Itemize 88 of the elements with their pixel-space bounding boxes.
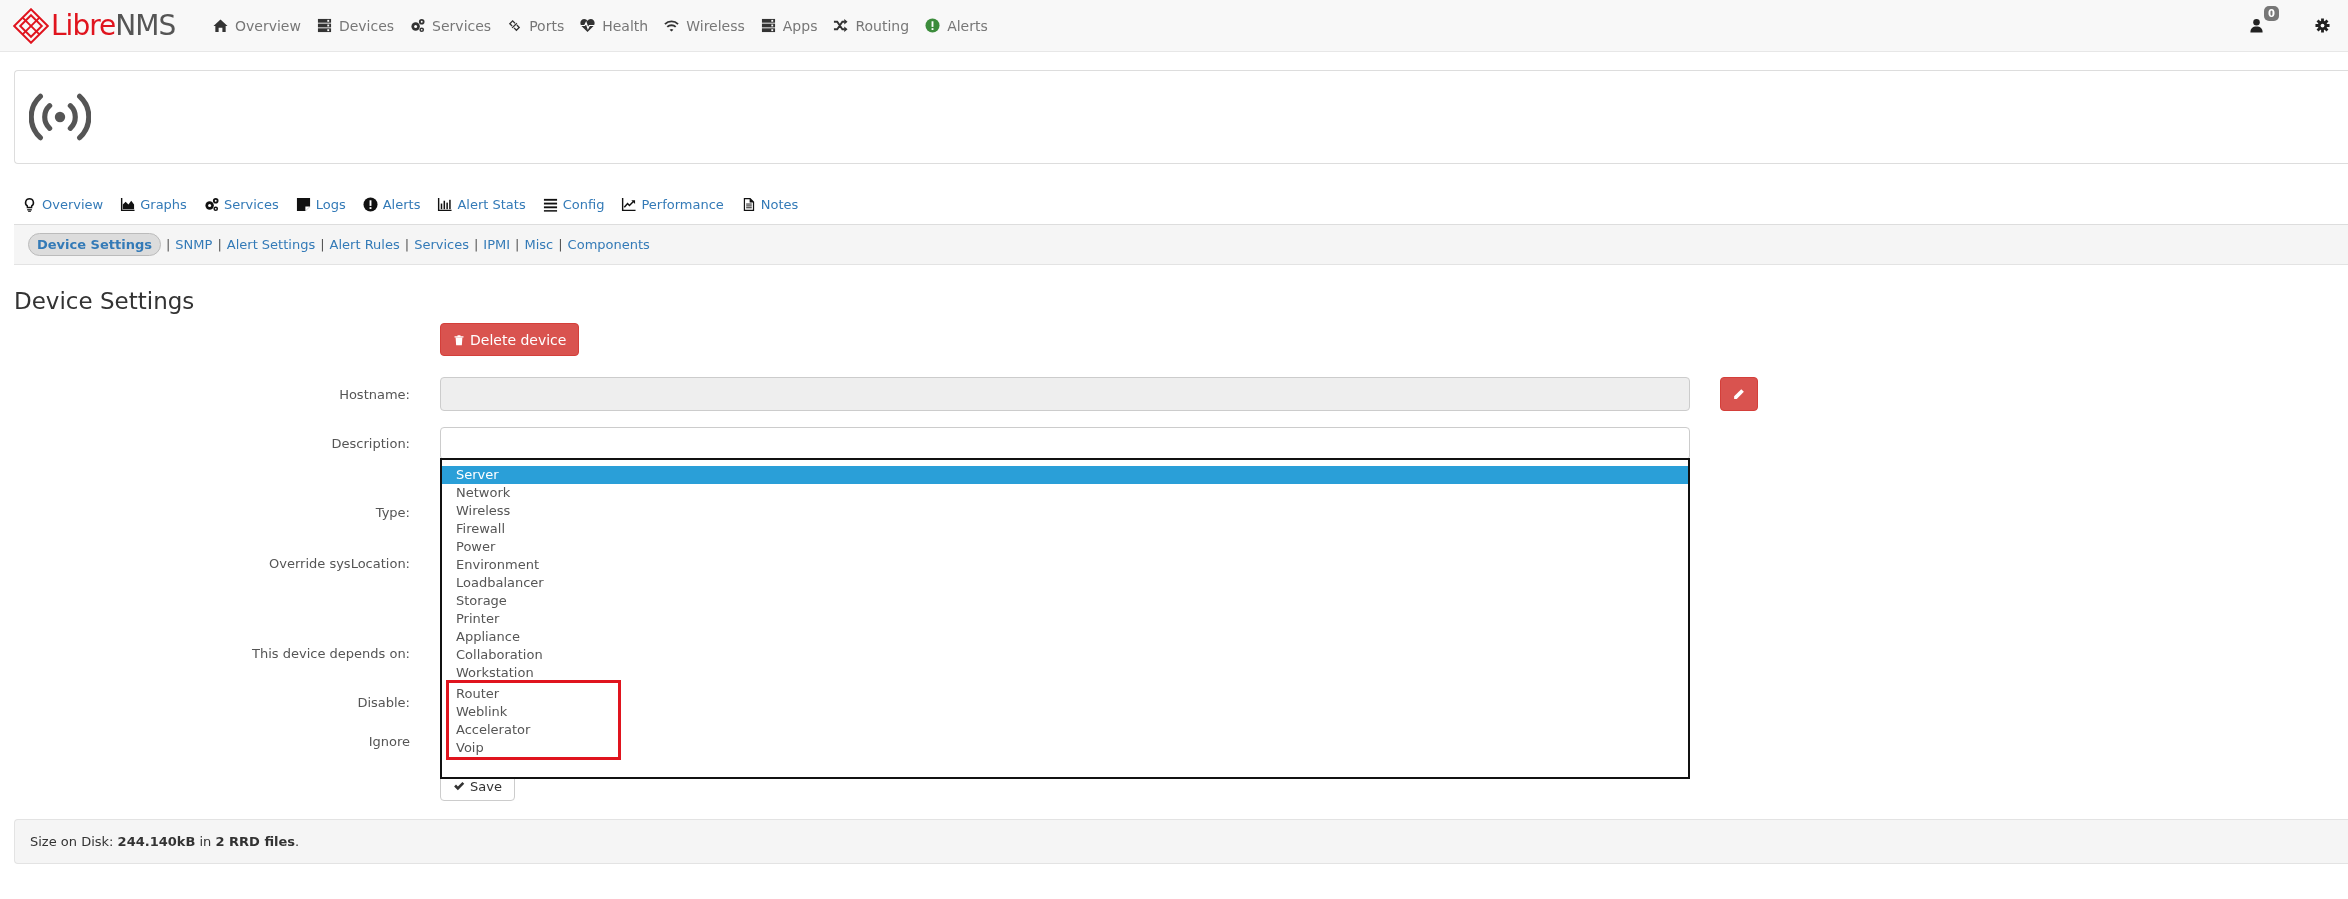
type-option[interactable]: Server [442,466,1688,484]
settings-nav-link[interactable]: SNMP [175,237,213,252]
nav-menu-item[interactable]: Wireless [664,17,745,34]
nav-separator: | [217,237,222,252]
notification-badge: 0 [2264,6,2279,21]
type-option[interactable]: Collaboration [442,646,1688,664]
nav-menu-item[interactable]: Apps [760,17,818,34]
page-title: Device Settings [14,287,196,315]
pencil-icon [1733,388,1745,400]
nav-separator: | [515,237,520,252]
settings-nav-link[interactable]: Components [567,237,650,252]
type-option[interactable]: Network [442,484,1688,502]
exclamation-circle-icon [362,196,378,212]
line-chart-icon [621,196,637,212]
trash-icon [453,333,465,346]
field-label: Override sysLocation: [268,555,410,571]
device-tab[interactable]: Graphs [120,196,187,212]
nav-menu-item[interactable]: Services [410,17,492,34]
type-option[interactable]: Loadbalancer [442,574,1688,592]
nav-separator: | [558,237,563,252]
type-option[interactable]: Wireless [442,502,1688,520]
wifi-icon [664,18,680,33]
logo-text[interactable]: LibreNMS [51,9,176,42]
type-option[interactable]: Printer [442,610,1688,628]
gears-icon [410,18,426,33]
type-dropdown-menu[interactable]: Server Network Wireless Firewall Power Environment Loadbalancer Storage Printer Appliance Collaboration Workstation Router Weblink Accelerator Voip [440,458,1690,779]
shuffle-icon [833,18,849,33]
description-field[interactable] [440,427,1690,460]
nav-separator: | [473,237,479,252]
type-option[interactable]: Storage [442,592,1688,610]
settings-button[interactable] [2315,18,2330,33]
link-icon [507,18,523,33]
settings-nav-link[interactable]: Misc [524,237,554,252]
device-tab[interactable]: Services [203,196,279,212]
device-tab[interactable]: Notes [740,196,799,212]
type-option[interactable]: Environment [442,556,1688,574]
type-option[interactable]: Voip [449,739,618,757]
lightbulb-icon [22,196,37,212]
type-option[interactable]: Firewall [442,520,1688,538]
settings-nav-link[interactable]: IPMI [483,237,511,252]
settings-nav-link[interactable]: Alert Settings [226,237,316,252]
field-label: This device depends on: [251,645,410,661]
device-tab[interactable]: Logs [295,196,346,212]
type-option[interactable]: Workstation [442,664,1688,682]
nav-separator: | [320,237,325,252]
broadcast-icon [29,91,91,143]
field-label: Description: [330,436,410,451]
server-icon [316,18,332,33]
note-icon [295,196,311,212]
settings-icon [2315,18,2330,33]
nav-menu-item[interactable]: Ports [507,17,565,34]
settings-nav-link[interactable]: Device Settings [28,233,161,256]
nav-menu-item[interactable]: Devices [316,17,395,34]
list-icon [542,196,558,212]
bar-chart-icon [437,196,453,212]
user-menu-button[interactable] [2249,18,2265,33]
nav-menu-item[interactable]: Overview [213,17,301,34]
settings-nav-link[interactable]: Alert Rules [329,237,400,252]
disk-size-text: Size on Disk: 244.140kB in 2 RRD files. [30,834,300,849]
user-icon [2249,18,2265,33]
field-label: Type: [374,504,410,520]
nav-menu-item[interactable]: Alerts [925,17,988,34]
type-option[interactable]: Weblink [449,703,618,721]
device-tab[interactable]: Config [542,196,605,212]
nav-menu-item[interactable]: Health [580,17,649,34]
device-tab[interactable]: Alerts [362,196,421,212]
delete-device-button[interactable]: Delete device [440,323,580,356]
field-label: Hostname: [338,386,410,402]
area-chart-icon [120,196,136,212]
device-tab[interactable]: Alert Stats [437,196,526,212]
device-tab[interactable]: Overview [22,196,104,212]
field-label: Disable: [356,694,410,710]
type-option[interactable]: Appliance [442,628,1688,646]
server-icon [760,18,776,33]
type-option[interactable]: Router [449,685,618,703]
exclamation-circle-icon [925,18,941,33]
device-tab[interactable]: Performance [621,196,724,212]
heartbeat-icon [580,18,596,33]
gears-icon [203,196,219,212]
nav-menu-item[interactable]: Routing [833,17,910,34]
type-option[interactable]: Accelerator [449,721,618,739]
home-icon [213,18,228,33]
type-option[interactable]: Power [442,538,1688,556]
nav-separator: | [404,237,410,252]
field-label: Ignore [367,733,410,749]
settings-nav-link[interactable]: Services [414,237,469,252]
nav-separator: | [165,237,171,252]
lattice-logo-icon [13,7,49,44]
